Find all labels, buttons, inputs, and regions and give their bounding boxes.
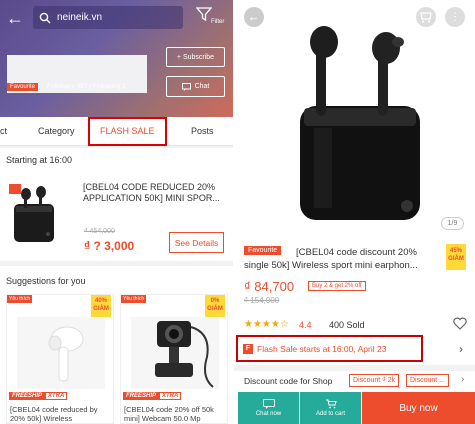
old-price: ₫ 454,000	[84, 228, 115, 235]
chevron-right-icon[interactable]: ›	[461, 374, 464, 385]
flash-sale-section: Starting at 16:00 [CBEL04 CODE REDUCED 2…	[0, 148, 233, 261]
chat-now-button[interactable]: Chat now	[238, 392, 299, 424]
suggestions-heading: Suggestions for you	[6, 276, 86, 286]
card-title: [CBEL04 code reduced by 20% 50k] Wireles…	[10, 405, 98, 423]
bundle-promo-badge[interactable]: Buy 2 & get 2% off	[308, 281, 366, 291]
image-pager: 1/9	[441, 217, 464, 230]
webcam-image	[131, 317, 219, 389]
see-details-button[interactable]: See Details	[169, 232, 224, 253]
bottom-action-bar: Chat now Add to cart Buy now	[234, 392, 475, 424]
filter-label: Filter	[211, 19, 225, 25]
back-arrow-icon[interactable]: ←	[244, 7, 264, 27]
cart-glyph	[420, 12, 432, 23]
flash-price: ₫ ? 3,000	[84, 239, 135, 253]
card-title: [CBEL04 code 20% off 50k mini] Webcam 50…	[124, 405, 214, 423]
cart-icon[interactable]	[416, 7, 436, 27]
earbuds-case-image[interactable]	[274, 20, 444, 220]
chevron-right-icon[interactable]: ›	[459, 342, 463, 356]
heart-icon[interactable]	[452, 315, 468, 331]
favourite-badge: Favourite	[244, 246, 282, 255]
old-price: ₫ 154,000	[244, 296, 280, 305]
discount-code-tag[interactable]: Discount ₫ 2k	[349, 374, 400, 387]
tab-category[interactable]: Category	[38, 117, 75, 146]
followers-count: Followers 957 | Following 1	[47, 83, 126, 90]
search-input[interactable]: neineik.vn	[33, 6, 183, 29]
product-detail-panel: ← ⋮ 1/9 [CBEL04 code discount 20% single…	[234, 0, 475, 424]
discount-badge: 0% GIẢM	[205, 295, 225, 317]
chat-label: Chat	[194, 83, 210, 90]
buy-now-button[interactable]: Buy now	[362, 392, 475, 424]
suggestions-section: Suggestions for you Yêu thích 40% GIẢM F…	[0, 266, 233, 424]
flash-sale-icon: F	[243, 343, 253, 354]
product-card[interactable]: Yêu thích 40% GIẢM FREESHIP XTRA [CBEL04…	[6, 294, 114, 424]
divider	[234, 365, 475, 371]
cart-icon	[325, 399, 337, 409]
tab-product[interactable]: ct	[0, 117, 7, 146]
shop-tabs: ct Category FLASH SALE Posts	[0, 117, 233, 146]
search-icon	[39, 12, 51, 23]
chat-icon	[181, 82, 191, 91]
favourite-badge: Favourite	[7, 83, 39, 91]
white-earbud-image	[17, 317, 105, 389]
add-to-cart-label: Add to cart	[315, 411, 345, 417]
favourite-tag: Yêu thích	[7, 295, 33, 303]
discount-badge: 45% GIẢM	[446, 244, 466, 270]
shop-header: ← neineik.vn Filter Favourite Followers …	[0, 0, 233, 117]
xtra-label: XTRA	[159, 392, 182, 400]
chat-now-label: Chat now	[255, 411, 282, 417]
search-value: neineik.vn	[57, 12, 103, 23]
flash-sale-banner[interactable]: F Flash Sale starts at 16:00, April 23	[236, 335, 423, 362]
shop-page-panel: ← neineik.vn Filter Favourite Followers …	[0, 0, 233, 424]
subscribe-button[interactable]: + Subscribe	[166, 47, 225, 67]
favourite-tag: Yêu thích	[121, 295, 147, 303]
tab-flash-sale[interactable]: FLASH SALE	[88, 117, 167, 146]
flash-tag-icon	[9, 184, 21, 194]
freeship-badge: FREESHIP XTRA	[123, 390, 182, 402]
starting-time: Starting at 16:00	[6, 155, 73, 165]
chat-icon	[262, 399, 275, 409]
discount-code-label: Discount code for Shop	[244, 376, 333, 386]
rating-stars: ★★★★☆	[244, 319, 289, 330]
product-card[interactable]: Yêu thích 0% GIẢM FREESHIP XTRA [CBEL04 …	[120, 294, 228, 424]
filter-button[interactable]: Filter	[196, 6, 228, 30]
filter-icon	[196, 7, 212, 22]
xtra-label: XTRA	[45, 392, 68, 400]
more-options-icon[interactable]: ⋮	[445, 7, 465, 27]
rating-value: 4.4	[299, 320, 312, 330]
product-title[interactable]: [CBEL04 CODE REDUCED 20% APPLICATION 50K…	[83, 182, 228, 204]
chat-button[interactable]: Chat	[166, 76, 225, 97]
freeship-badge: FREESHIP XTRA	[9, 390, 68, 402]
back-arrow-icon[interactable]: ←	[6, 8, 26, 28]
flash-sale-text: Flash Sale starts at 16:00, April 23	[257, 343, 387, 354]
product-price: ₫ 84,700	[244, 279, 295, 294]
discount-badge: 40% GIẢM	[91, 295, 111, 317]
sold-count: 400 Sold	[329, 320, 365, 330]
add-to-cart-button[interactable]: Add to cart	[300, 392, 361, 424]
tab-posts[interactable]: Posts	[191, 117, 214, 146]
discount-code-tag[interactable]: Discount ...	[406, 374, 450, 387]
freeship-label: FREESHIP	[123, 392, 160, 400]
freeship-label: FREESHIP	[9, 392, 46, 400]
